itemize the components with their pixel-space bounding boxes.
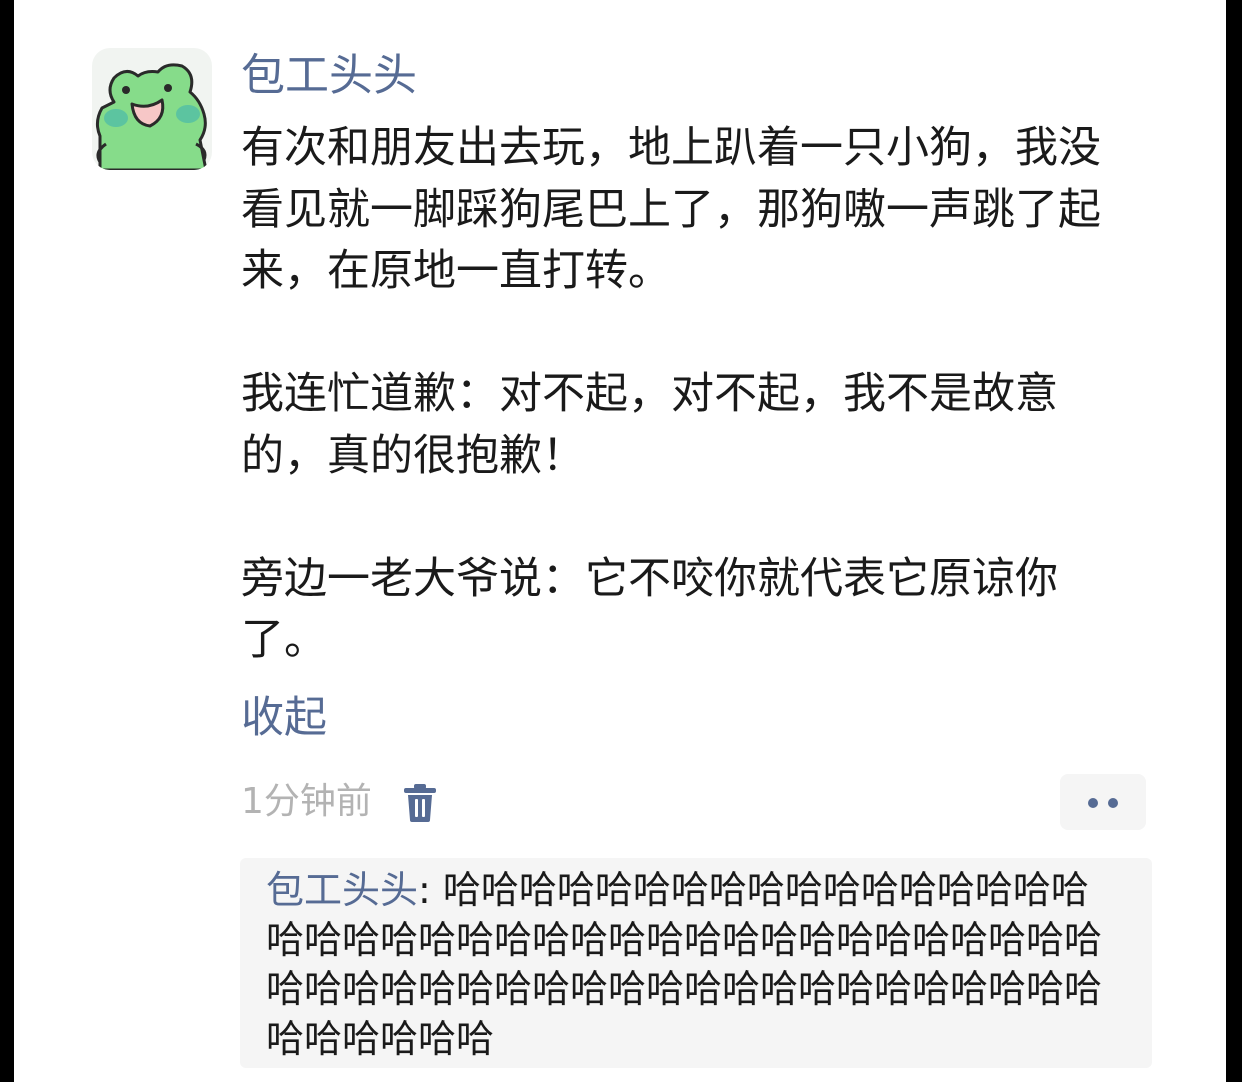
comment-paragraph: 旁边一老大爷说：它不咬你就代表它原谅你了。 <box>241 553 1058 666</box>
more-options-button[interactable] <box>1060 774 1146 830</box>
more-dots-icon <box>1088 798 1098 808</box>
comment-body: 有次和朋友出去玩，地上趴着一只小狗，我没看见就一脚踩狗尾巴上了，那狗嗷一声跳了起… <box>241 118 1131 672</box>
watermark <box>525 1036 731 1064</box>
timestamp: 1分钟前 <box>241 781 372 822</box>
frog-avatar-icon <box>95 63 208 170</box>
reply-separator: : <box>418 868 443 912</box>
comment-paragraph: 我连忙道歉：对不起，对不起，我不是故意的，真的很抱歉！ <box>241 369 1058 481</box>
trash-icon[interactable] <box>402 783 438 823</box>
reply-content: 包工头头: 哈哈哈哈哈哈哈哈哈哈哈哈哈哈哈哈哈哈哈哈哈哈哈哈哈哈哈哈哈哈哈哈哈哈… <box>266 866 1126 1064</box>
reply-box[interactable]: 包工头头: 哈哈哈哈哈哈哈哈哈哈哈哈哈哈哈哈哈哈哈哈哈哈哈哈哈哈哈哈哈哈哈哈哈哈… <box>240 858 1152 1068</box>
reply-author-name[interactable]: 包工头头 <box>266 868 418 912</box>
comment-card: 包工头头 有次和朋友出去玩，地上趴着一只小狗，我没看见就一脚踩狗尾巴上了，那狗嗷… <box>14 0 1226 1082</box>
avatar[interactable] <box>92 48 212 170</box>
collapse-button[interactable]: 收起 <box>241 690 327 746</box>
author-name[interactable]: 包工头头 <box>241 48 417 104</box>
more-dots-icon <box>1108 798 1118 808</box>
comment-paragraph: 有次和朋友出去玩，地上趴着一只小狗，我没看见就一脚踩狗尾巴上了，那狗嗷一声跳了起… <box>241 123 1101 296</box>
